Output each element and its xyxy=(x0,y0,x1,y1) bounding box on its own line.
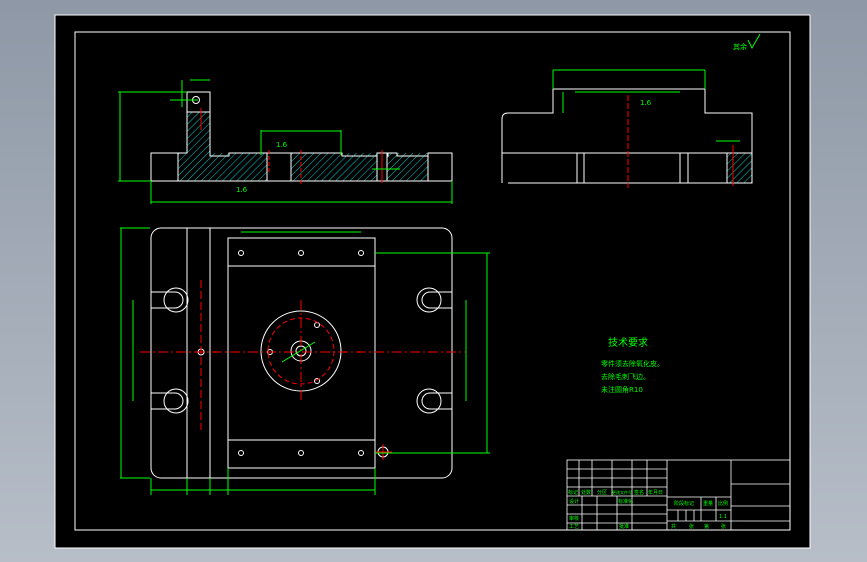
svg-text:标准化: 标准化 xyxy=(618,498,633,505)
svg-text:更改文件号: 更改文件号 xyxy=(612,489,632,495)
svg-text:张: 张 xyxy=(721,523,726,530)
tech-req-title: 技术要求 xyxy=(608,336,648,349)
tech-req-item: 未注圆角R10 xyxy=(601,385,643,394)
svg-text:张: 张 xyxy=(689,523,694,530)
svg-text:处数: 处数 xyxy=(581,489,591,496)
svg-text:工艺: 工艺 xyxy=(569,524,579,530)
svg-text:批准: 批准 xyxy=(619,523,629,530)
svg-text:其余: 其余 xyxy=(733,42,747,51)
roughness-front-bottom: 1.6 xyxy=(236,186,248,194)
svg-text:共: 共 xyxy=(671,523,676,530)
roughness-side-top: 1.6 xyxy=(640,99,652,107)
svg-text:第: 第 xyxy=(704,523,709,530)
svg-text:分区: 分区 xyxy=(597,489,607,496)
drawing-sheet xyxy=(54,14,811,549)
roughness-front-top: 1.6 xyxy=(276,141,288,149)
svg-text:签名: 签名 xyxy=(634,489,644,496)
svg-text:比例: 比例 xyxy=(718,500,728,507)
svg-text:1:1: 1:1 xyxy=(719,514,727,520)
tech-req-item: 零件须去除氧化皮。 xyxy=(601,359,664,368)
cad-drawing-canvas[interactable]: 1.6 1.6 1.6 其余 技术要求 零件须去除氧化皮。 去除毛刺飞边。 未注… xyxy=(0,0,867,562)
svg-text:年月日: 年月日 xyxy=(648,489,663,496)
svg-text:标记: 标记 xyxy=(568,489,578,496)
svg-text:重量: 重量 xyxy=(703,500,713,507)
svg-text:阶段标记: 阶段标记 xyxy=(674,500,694,507)
svg-text:审核: 审核 xyxy=(569,515,579,522)
tech-req-item: 去除毛刺飞边。 xyxy=(601,372,650,381)
svg-text:设计: 设计 xyxy=(569,498,579,505)
